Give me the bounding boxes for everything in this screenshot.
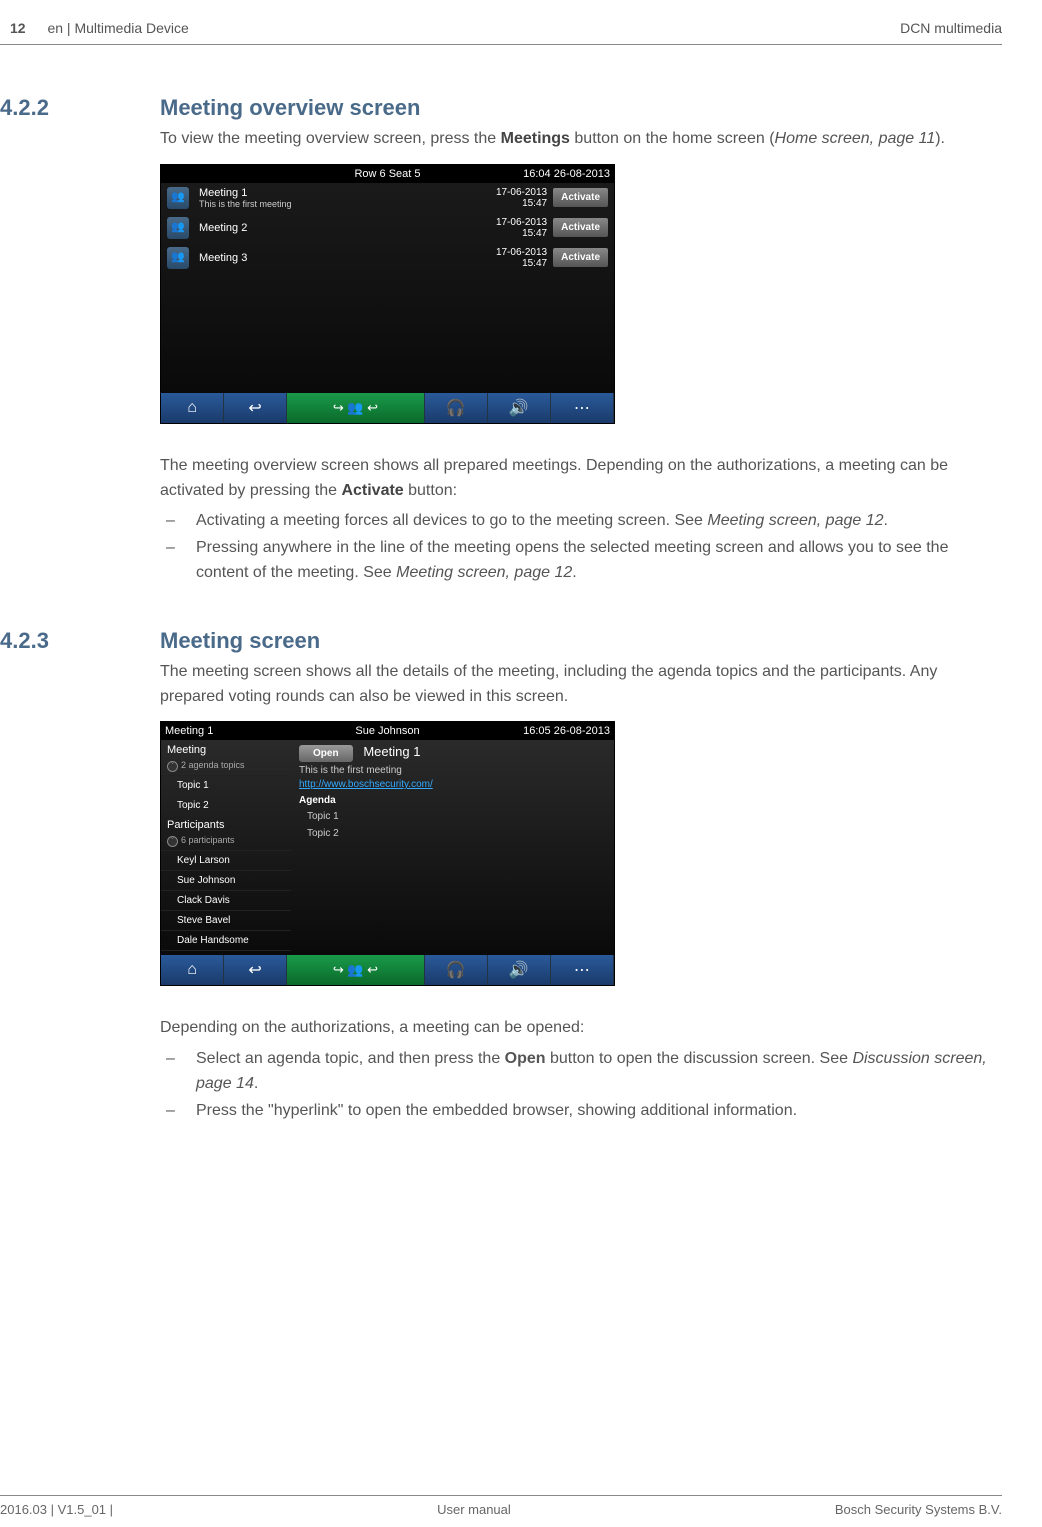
activate-button[interactable]: Activate — [553, 248, 608, 267]
list-item: Activating a meeting forces all devices … — [160, 509, 990, 534]
status-center: Row 6 Seat 5 — [354, 168, 420, 180]
footer-left: 2016.03 | V1.5_01 | — [0, 1502, 113, 1517]
meeting-icon — [167, 217, 189, 239]
speaker-icon[interactable]: 🔊 — [488, 393, 551, 423]
footer-center: User manual — [437, 1502, 511, 1517]
headphone-icon[interactable]: 🎧 — [425, 393, 488, 423]
section-title: Meeting overview screen — [160, 95, 1002, 121]
page-footer: 2016.03 | V1.5_01 | User manual Bosch Se… — [0, 1495, 1002, 1517]
side-participant-item[interactable]: Steve Bavel — [161, 910, 291, 930]
agenda-header: Agenda — [299, 795, 606, 806]
agenda-topic[interactable]: Topic 1 — [299, 808, 606, 825]
headphone-icon[interactable]: 🎧 — [425, 955, 488, 985]
section2-para: Depending on the authorizations, a meeti… — [160, 1016, 990, 1041]
header-left: en | Multimedia Device — [47, 20, 188, 36]
meeting-overview-screenshot: Row 6 Seat 5 16:04 26-08-2013 Meeting 1T… — [160, 164, 615, 424]
list-item: Press the "hyperlink" to open the embedd… — [160, 1099, 990, 1124]
section-title: Meeting screen — [160, 628, 1002, 654]
page-header: 12 en | Multimedia Device DCN multimedia — [0, 20, 1002, 45]
back-icon[interactable]: ↩ — [224, 393, 287, 423]
meeting-row[interactable]: Meeting 1This is the first meeting17-06-… — [161, 183, 614, 213]
side-participant-item[interactable]: Sue Johnson — [161, 870, 291, 890]
side-meeting-hdr[interactable]: Meeting — [161, 740, 291, 760]
meeting-row[interactable]: Meeting 217-06-201315:47Activate — [161, 213, 614, 243]
status-right: 16:04 26-08-2013 — [523, 168, 610, 180]
section1-para: The meeting overview screen shows all pr… — [160, 454, 990, 504]
discussion-icon[interactable]: ↪ 👥 ↩ — [287, 393, 425, 423]
status-right: 16:05 26-08-2013 — [523, 725, 610, 737]
meeting-row[interactable]: Meeting 317-06-201315:47Activate — [161, 243, 614, 273]
discussion-icon[interactable]: ↪ 👥 ↩ — [287, 955, 425, 985]
home-icon[interactable]: ⌂ — [161, 393, 224, 423]
speaker-icon[interactable]: 🔊 — [488, 955, 551, 985]
section1-intro: To view the meeting overview screen, pre… — [160, 127, 990, 152]
participants-count: ˇ6 participants — [161, 835, 291, 850]
open-button[interactable]: Open — [299, 745, 353, 762]
more-icon[interactable]: ⋯ — [551, 393, 614, 423]
side-participant-item[interactable]: Keyl Larson — [161, 850, 291, 870]
header-right: DCN multimedia — [900, 20, 1002, 36]
side-participant-item[interactable]: Dale Handsome — [161, 930, 291, 950]
activate-button[interactable]: Activate — [553, 218, 608, 237]
status-center: Sue Johnson — [355, 725, 419, 737]
page-number: 12 — [10, 20, 26, 36]
side-participants-hdr[interactable]: Participants — [161, 815, 291, 835]
meeting-title: Meeting 1 — [363, 744, 420, 759]
list-item: Select an agenda topic, and then press t… — [160, 1047, 990, 1097]
back-icon[interactable]: ↩ — [224, 955, 287, 985]
status-left: Meeting 1 — [165, 725, 213, 737]
agenda-topic[interactable]: Topic 2 — [299, 825, 606, 842]
section-number: 4.2.3 — [0, 628, 160, 660]
more-icon[interactable]: ⋯ — [551, 955, 614, 985]
side-topic-item[interactable]: Topic 2 — [161, 795, 291, 815]
agenda-count: ˇ2 agenda topics — [161, 760, 291, 775]
meeting-icon — [167, 187, 189, 209]
list-item: Pressing anywhere in the line of the mee… — [160, 536, 990, 586]
footer-right: Bosch Security Systems B.V. — [835, 1502, 1002, 1517]
meeting-screen-screenshot: Meeting 1 Sue Johnson 16:05 26-08-2013 M… — [160, 721, 615, 986]
meeting-icon — [167, 247, 189, 269]
meeting-link[interactable]: http://www.boschsecurity.com/ — [299, 779, 606, 790]
section-number: 4.2.2 — [0, 95, 160, 127]
side-participant-item[interactable]: Clack Davis — [161, 890, 291, 910]
section2-intro: The meeting screen shows all the details… — [160, 660, 990, 710]
home-icon[interactable]: ⌂ — [161, 955, 224, 985]
side-topic-item[interactable]: Topic 1 — [161, 775, 291, 795]
meeting-subtitle: This is the first meeting — [299, 765, 606, 776]
activate-button[interactable]: Activate — [553, 188, 608, 207]
